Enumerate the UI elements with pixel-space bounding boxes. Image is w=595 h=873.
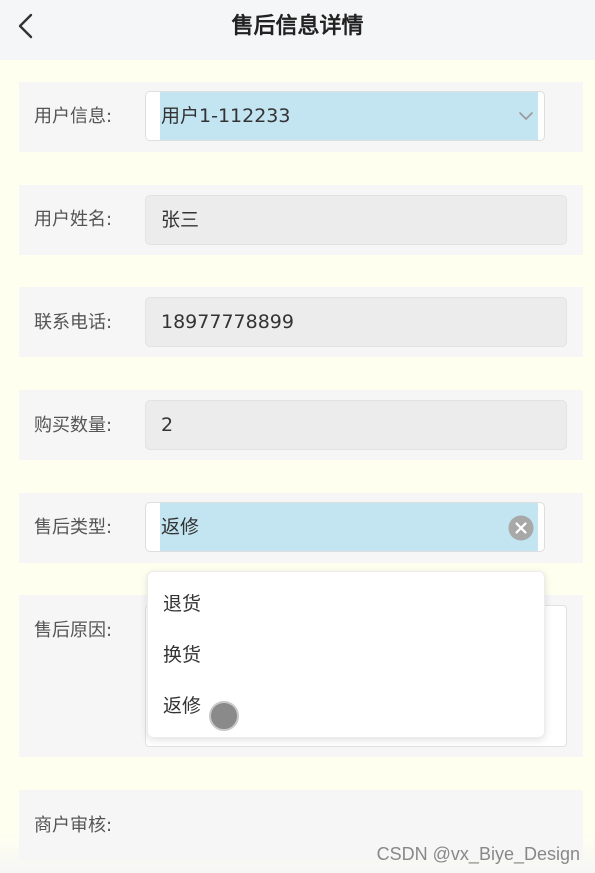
aftersale-type-value: 返修 bbox=[161, 516, 200, 538]
user-name-field[interactable]: 张三 bbox=[145, 195, 567, 245]
aftersale-type-dropdown: 退货 换货 返修 bbox=[147, 571, 545, 738]
page-title: 售后信息详情 bbox=[231, 14, 364, 39]
aftersale-reason-label: 售后原因: bbox=[34, 620, 113, 641]
watermark: CSDN @vx_Biye_Design bbox=[376, 844, 580, 864]
clear-icon[interactable] bbox=[508, 515, 534, 541]
chevron-down-icon[interactable] bbox=[518, 109, 534, 123]
user-info-value: 用户1-112233 bbox=[161, 105, 291, 127]
form-row-aftersale-type: 售后类型: 返修 bbox=[19, 493, 583, 563]
dropdown-option-exchange[interactable]: 换货 bbox=[163, 642, 201, 668]
aftersale-type-select[interactable]: 返修 bbox=[145, 502, 545, 552]
phone-label: 联系电话: bbox=[34, 312, 113, 333]
user-info-select[interactable]: 用户1-112233 bbox=[145, 91, 545, 141]
touch-cursor bbox=[209, 701, 239, 731]
quantity-field[interactable]: 2 bbox=[145, 400, 567, 450]
selection-highlight bbox=[160, 503, 538, 551]
quantity-label: 购买数量: bbox=[34, 415, 113, 436]
dropdown-option-return[interactable]: 退货 bbox=[163, 591, 201, 617]
phone-field[interactable]: 18977778899 bbox=[145, 297, 567, 347]
user-name-label: 用户姓名: bbox=[34, 209, 113, 230]
form-row-phone: 联系电话: 18977778899 bbox=[19, 287, 583, 357]
form-row-user-info: 用户信息: 用户1-112233 bbox=[19, 82, 583, 152]
dropdown-option-repair[interactable]: 返修 bbox=[163, 693, 201, 719]
form-row-quantity: 购买数量: 2 bbox=[19, 390, 583, 460]
aftersale-type-label: 售后类型: bbox=[34, 517, 113, 538]
header-bar: 售后信息详情 bbox=[0, 0, 595, 60]
form-row-user-name: 用户姓名: 张三 bbox=[19, 185, 583, 255]
user-info-label: 用户信息: bbox=[34, 106, 113, 127]
